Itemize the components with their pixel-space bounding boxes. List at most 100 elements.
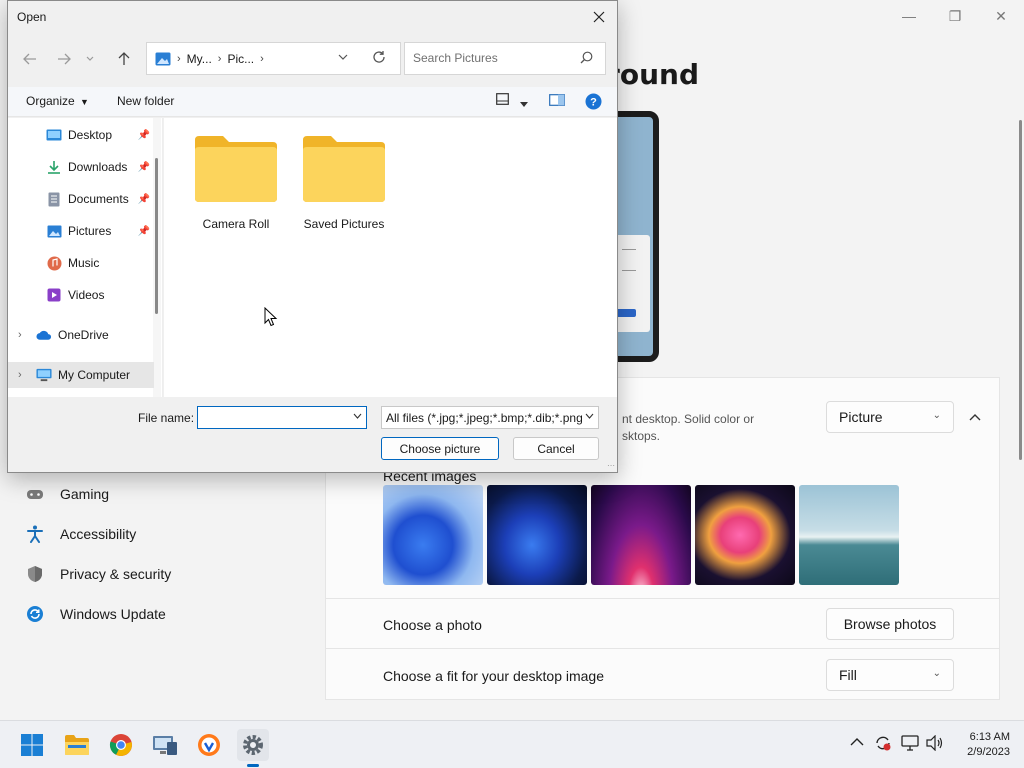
view-icon [496, 93, 509, 105]
nav-my-computer[interactable]: › My Computer [8, 362, 154, 388]
network-icon[interactable] [901, 735, 919, 754]
minimize-button[interactable]: — [886, 0, 932, 32]
address-bar[interactable]: › My... › Pic... › [146, 42, 401, 75]
forward-button[interactable] [52, 49, 76, 69]
arrow-up-icon [118, 52, 130, 65]
preview-pane-button[interactable] [549, 94, 565, 109]
videos-icon [46, 287, 62, 303]
folder-label: Saved Pictures [303, 217, 385, 231]
dialog-footer: File name: All files (*.jpg;*.jpeg;*.bmp… [8, 397, 617, 472]
search-box[interactable] [404, 42, 606, 75]
new-folder-button[interactable]: New folder [117, 94, 174, 108]
music-icon [46, 255, 62, 271]
chevron-down-icon: ⌄ [932, 410, 941, 421]
nav-item-accessibility[interactable]: Accessibility [24, 516, 136, 552]
documents-icon [46, 191, 62, 207]
browser-shield-icon [198, 734, 220, 756]
start-button[interactable] [16, 729, 48, 761]
background-type-dropdown[interactable]: Picture ⌄ [826, 401, 954, 433]
view-dropdown[interactable] [520, 96, 528, 110]
choose-picture-button[interactable]: Choose picture [381, 437, 499, 460]
clock-date: 2/9/2023 [967, 746, 1010, 758]
breadcrumb-separator-icon: › [177, 52, 181, 65]
recent-images [383, 485, 899, 585]
refresh-button[interactable] [372, 50, 386, 67]
nav-documents[interactable]: Documents 📌 [8, 186, 158, 212]
taskbar-app-shield[interactable] [193, 729, 225, 761]
recent-image-lake[interactable] [799, 485, 899, 585]
maximize-button[interactable]: ❐ [932, 0, 978, 32]
chevron-down-icon[interactable] [353, 411, 362, 421]
close-button[interactable]: ✕ [978, 0, 1024, 32]
file-name-input[interactable] [198, 407, 348, 428]
nav-item-privacy-security[interactable]: Privacy & security [24, 556, 171, 592]
collapse-button[interactable] [960, 405, 990, 429]
volume-icon[interactable] [926, 734, 944, 754]
file-list[interactable]: Camera Roll Saved Pictures [164, 118, 617, 397]
gear-icon [243, 735, 263, 755]
cloud-icon [36, 327, 52, 343]
address-history-dropdown[interactable] [338, 52, 348, 63]
nav-desktop[interactable]: Desktop 📌 [8, 122, 158, 148]
taskbar-settings[interactable] [237, 729, 269, 767]
taskbar-remote-desktop[interactable] [149, 729, 181, 761]
expand-chevron-icon[interactable]: › [18, 369, 30, 381]
recent-image-bloom-light[interactable] [383, 485, 483, 585]
chevron-up-icon [850, 738, 864, 746]
background-description: nt desktop. Solid color or sktops. [622, 412, 755, 443]
chevron-down-icon: ⌄ [932, 668, 941, 679]
nav-onedrive[interactable]: › OneDrive [8, 322, 158, 348]
sync-status-icon[interactable] [874, 735, 892, 754]
up-button[interactable] [112, 49, 136, 69]
help-icon: ? [585, 93, 602, 110]
expand-chevron-icon[interactable]: › [18, 329, 30, 341]
breadcrumb-separator-icon: › [260, 52, 264, 65]
arrow-left-icon [23, 53, 36, 65]
show-hidden-icons-button[interactable] [850, 733, 864, 749]
back-button[interactable] [18, 49, 42, 69]
nav-item-gaming[interactable]: Gaming [24, 476, 109, 512]
nav-pictures[interactable]: Pictures 📌 [8, 218, 158, 244]
folder-camera-roll[interactable]: Camera Roll [186, 134, 286, 231]
breadcrumb-pictures[interactable]: Pic... [227, 52, 254, 66]
shield-icon [24, 563, 46, 585]
cancel-button[interactable]: Cancel [513, 437, 599, 460]
window-controls: — ❐ ✕ [886, 0, 1024, 32]
file-name-combobox[interactable] [197, 406, 367, 429]
download-icon [46, 159, 62, 175]
folder-label: Camera Roll [202, 217, 270, 231]
nav-item-windows-update[interactable]: Windows Update [24, 596, 166, 632]
breadcrumb-my-pictures[interactable]: My... [187, 52, 212, 66]
nav-downloads[interactable]: Downloads 📌 [8, 154, 158, 180]
taskbar-chrome[interactable] [105, 729, 137, 761]
organize-menu[interactable]: Organize ▼ [26, 94, 89, 108]
pictures-icon [46, 223, 62, 239]
chrome-icon [109, 734, 132, 756]
taskbar-file-explorer[interactable] [61, 729, 93, 761]
fit-dropdown[interactable]: Fill ⌄ [826, 659, 954, 691]
recent-image-glow[interactable] [591, 485, 691, 585]
folder-icon [303, 136, 385, 202]
folder-saved-pictures[interactable]: Saved Pictures [294, 134, 394, 231]
nav-videos[interactable]: Videos [8, 282, 158, 308]
clock-time: 6:13 AM [969, 731, 1010, 743]
chevron-down-icon [338, 54, 348, 60]
clock[interactable]: 6:13 AM 2/9/2023 [967, 730, 1010, 760]
pin-icon: 📌 [137, 161, 150, 173]
resize-grip-icon[interactable]: ⋯ [607, 461, 615, 470]
settings-scrollbar[interactable] [1019, 120, 1022, 460]
view-options-button[interactable] [496, 93, 509, 108]
search-input[interactable] [413, 51, 573, 65]
help-button[interactable]: ? [585, 93, 602, 113]
dialog-close-button[interactable] [587, 5, 611, 29]
chevron-up-icon [969, 414, 981, 421]
nav-music[interactable]: Music [8, 250, 158, 276]
computer-icon [36, 367, 52, 383]
recent-locations-button[interactable] [83, 49, 97, 69]
file-type-dropdown[interactable]: All files (*.jpg;*.jpeg;*.bmp;*.dib;*.pn… [381, 406, 599, 429]
arrow-right-icon [58, 53, 71, 65]
recent-image-ribbon[interactable] [695, 485, 795, 585]
recent-image-bloom-dark[interactable] [487, 485, 587, 585]
browse-photos-button[interactable]: Browse photos [826, 608, 954, 640]
pictures-location-icon [155, 52, 171, 66]
